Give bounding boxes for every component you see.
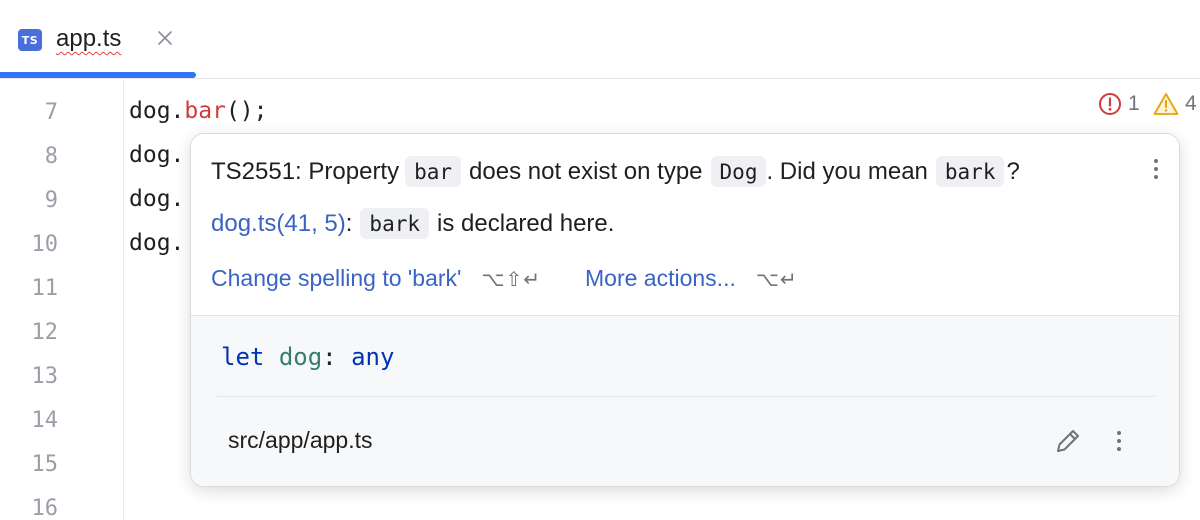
line-number: 8 [44,144,58,169]
code-token: dog. [129,186,185,212]
shortcut-hint: ⌥↵ [755,266,798,291]
code-chip-type: Dog [710,156,767,187]
line-number: 7 [44,100,58,125]
pencil-icon [1057,430,1079,452]
line-number: 9 [44,188,58,213]
declaration-signature: let dog: any [221,343,394,371]
line-number: 14 [31,408,59,433]
error-code-text: TS2551: Property [211,157,400,185]
change-spelling-action[interactable]: Change spelling to 'bark' [211,265,461,292]
warning-count: 4 [1185,92,1197,115]
code-chip-property: bar [405,156,462,187]
error-count-indicator[interactable]: 1 [1098,92,1140,116]
tab-label: app.ts [56,25,122,52]
more-actions-action[interactable]: More actions... [585,265,736,292]
code-line[interactable]: dog. [129,230,184,256]
popup-options-button[interactable] [1144,154,1168,184]
type-name: any [351,343,395,371]
code-token: dog. [129,98,185,124]
line-number: 11 [31,276,59,301]
divider [217,396,1155,397]
editor-tab-bar: TS app.ts [0,0,1200,79]
error-count: 1 [1128,92,1140,115]
error-suggest-text: . Did you mean [766,157,928,185]
declaration-location: dog.ts(41, 5) : bark is declared here. [211,208,614,239]
file-path: src/app/app.ts [228,427,373,453]
more-vertical-icon [1154,159,1158,179]
error-end-text: ? [1006,157,1020,185]
line-number: 13 [31,364,59,389]
error-tooltip-popup: TS2551: Property bar does not exist on t… [190,133,1180,487]
code-chip-suggestion: bark [935,156,1005,187]
line-number: 15 [31,452,59,477]
line-number-gutter: 7 8 9 10 11 12 13 14 15 16 [0,80,124,520]
more-vertical-icon [1117,431,1121,451]
documentation-section [191,316,1179,486]
line-number: 16 [31,496,59,520]
close-icon [158,31,172,45]
code-line[interactable]: dog. [129,142,184,168]
declaration-colon: : [345,209,353,237]
quick-fix-actions: Change spelling to 'bark' ⌥⇧↵ More actio… [211,265,798,292]
error-text: does not exist on type [469,157,703,185]
code-line[interactable]: dog. [129,186,184,212]
code-token: (); [225,98,268,124]
code-line[interactable]: dog.bar(); [129,98,267,124]
close-tab-button[interactable] [153,24,177,52]
code-chip-declared: bark [360,208,429,239]
keyword-let: let [221,343,265,371]
error-icon [1099,93,1121,115]
warning-icon [1153,93,1179,115]
error-token[interactable]: bar [184,98,226,124]
identifier: dog [278,343,323,371]
documentation-options-button[interactable] [1107,426,1131,456]
warning-count-indicator[interactable]: 4 [1153,92,1197,116]
shortcut-hint: ⌥⇧↵ [481,266,542,291]
type-colon: : [322,343,337,371]
declaration-link[interactable]: dog.ts(41, 5) [211,210,346,238]
code-token: dog. [129,142,185,168]
code-token: dog. [129,230,185,256]
typescript-file-icon: TS [18,29,42,51]
error-description-section: TS2551: Property bar does not exist on t… [191,134,1179,316]
declaration-text: is declared here. [437,209,615,237]
edit-button[interactable] [1051,424,1085,458]
line-number: 10 [31,232,59,257]
error-message: TS2551: Property bar does not exist on t… [211,156,1020,187]
tab-app-ts[interactable]: TS app.ts [0,0,196,79]
active-tab-indicator [0,72,196,78]
line-number: 12 [31,320,59,345]
